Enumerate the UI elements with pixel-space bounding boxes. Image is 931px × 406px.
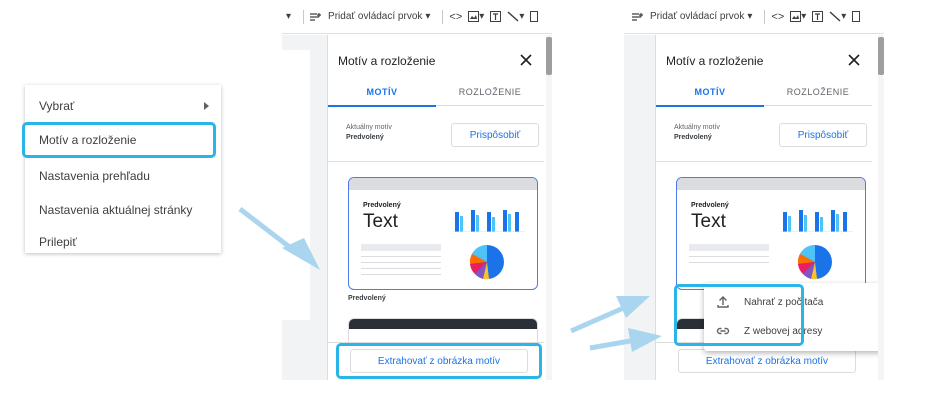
toolbar: ▾ Pridať ovládací prvok ▾ <> ▾ ▾ <box>282 0 552 34</box>
extract-theme-button[interactable]: Extrahovať z obrázka motív <box>350 349 528 373</box>
shape-rectangle-icon[interactable] <box>852 11 861 22</box>
sample-table-row <box>361 274 441 275</box>
image-icon[interactable]: ▾ <box>468 11 484 22</box>
theme-card-default[interactable]: Predvolený Text <box>676 177 866 290</box>
context-menu: Vybrať Motív a rozloženie Nastavenia pre… <box>25 85 221 253</box>
theme-card-default[interactable]: Predvolený Text <box>348 177 538 290</box>
customize-button[interactable]: Prispôsobiť <box>779 123 867 147</box>
divider <box>328 161 544 162</box>
panel-title: Motív a rozloženie <box>338 54 436 68</box>
chevron-down-icon[interactable]: ▾ <box>747 11 752 22</box>
current-theme-label: Aktuálny motív <box>346 124 392 131</box>
menu-item-label: Nastavenia prehľadu <box>39 169 150 183</box>
line-icon[interactable]: ▾ <box>829 11 846 22</box>
tab-layout[interactable]: ROZLOŽENIE <box>436 78 544 106</box>
chevron-down-icon[interactable]: ▾ <box>425 11 430 22</box>
theme-card-header <box>349 178 537 190</box>
add-control-button[interactable]: Pridať ovládací prvok <box>328 11 422 22</box>
add-control-button[interactable]: Pridať ovládací prvok <box>650 11 744 22</box>
scrollbar-track[interactable] <box>878 35 884 380</box>
sample-pie-chart-icon <box>469 245 504 280</box>
menu-item-label: Motív a rozloženie <box>39 133 137 147</box>
panel-title: Motív a rozloženie <box>666 54 764 68</box>
image-icon[interactable]: ▾ <box>790 11 806 22</box>
menu-item-page-settings[interactable]: Nastavenia aktuálnej stránky <box>25 195 221 225</box>
theme-sidebar: Motív a rozloženie MOTÍV ROZLOŽENIE Aktu… <box>327 35 547 380</box>
sample-table-row <box>689 256 769 257</box>
theme-card-sample-text: Text <box>363 211 398 232</box>
menu-item-paste[interactable]: Prilepiť <box>25 227 221 253</box>
sample-table-header <box>689 244 769 251</box>
tab-layout[interactable]: ROZLOŽENIE <box>764 78 872 106</box>
sample-pie-chart-icon <box>797 245 832 280</box>
menu-item-label: Prilepiť <box>39 235 77 249</box>
current-theme-value: Predvolený <box>674 134 712 141</box>
scrollbar-track[interactable] <box>546 35 552 380</box>
report-canvas[interactable] <box>282 50 310 320</box>
upload-icon <box>717 296 729 308</box>
bottom-action-bar: Extrahovať z obrázka motív <box>328 342 544 380</box>
theme-card-name: Predvolený <box>363 202 401 209</box>
sample-table-row <box>361 256 441 257</box>
text-box-icon[interactable] <box>490 11 502 22</box>
shape-rectangle-icon[interactable] <box>530 11 539 22</box>
current-theme-label: Aktuálny motív <box>674 124 720 131</box>
sample-table-row <box>689 262 769 263</box>
line-icon[interactable]: ▾ <box>507 11 524 22</box>
right-panel: Pridať ovládací prvok ▾ <> ▾ ▾ Motív a r… <box>624 0 884 380</box>
sample-bar-chart-icon <box>453 210 525 232</box>
theme-card-caption: Predvolený <box>348 295 386 302</box>
toolbar-divider <box>764 9 766 24</box>
arrow-2-shaft <box>569 303 630 334</box>
add-control-icon[interactable] <box>310 12 322 22</box>
menu-item-label: Vybrať <box>39 99 75 113</box>
theme-card-header <box>349 319 537 329</box>
customize-button[interactable]: Prispôsobiť <box>451 123 539 147</box>
toolbar-divider <box>442 9 444 24</box>
scrollbar-thumb[interactable] <box>546 37 552 75</box>
toolbar-divider <box>303 9 305 24</box>
submenu-arrow-icon <box>204 102 209 110</box>
sample-bar-chart-icon <box>781 210 853 232</box>
tab-bar: MOTÍV ROZLOŽENIE <box>328 78 544 107</box>
embed-code-icon[interactable]: <> <box>771 11 784 23</box>
dropdown-arrow-icon[interactable]: ▾ <box>286 11 291 22</box>
current-theme-value: Predvolený <box>346 134 384 141</box>
middle-panel: ▾ Pridať ovládací prvok ▾ <> ▾ ▾ Motív a… <box>282 0 552 380</box>
upload-from-computer-option[interactable]: Nahrať z počítača <box>704 288 884 316</box>
extract-theme-button[interactable]: Extrahovať z obrázka motív <box>678 349 856 373</box>
upload-from-url-option[interactable]: Z webovej adresy <box>704 317 884 345</box>
menu-item-theme-layout[interactable]: Motív a rozloženie <box>25 125 221 155</box>
theme-card-sample-text: Text <box>691 211 726 232</box>
embed-code-icon[interactable]: <> <box>449 11 462 23</box>
tab-bar: MOTÍV ROZLOŽENIE <box>656 78 872 107</box>
theme-sidebar: Motív a rozloženie MOTÍV ROZLOŽENIE Aktu… <box>655 35 884 380</box>
upload-dropdown: Nahrať z počítača Z webovej adresy <box>704 283 884 351</box>
tab-theme[interactable]: MOTÍV <box>328 78 436 107</box>
divider <box>656 161 872 162</box>
toolbar: Pridať ovládací prvok ▾ <> ▾ ▾ <box>624 0 884 34</box>
menu-item-label: Nastavenia aktuálnej stránky <box>39 203 193 217</box>
tab-theme[interactable]: MOTÍV <box>656 78 764 107</box>
sample-table-row <box>361 262 441 263</box>
menu-item-report-settings[interactable]: Nastavenia prehľadu <box>25 161 221 191</box>
sample-table-header <box>361 244 441 251</box>
upload-item-label: Nahrať z počítača <box>744 296 824 308</box>
add-control-icon[interactable] <box>632 12 644 22</box>
menu-item-select[interactable]: Vybrať <box>25 91 221 121</box>
scrollbar-thumb[interactable] <box>878 37 884 75</box>
text-box-icon[interactable] <box>812 11 824 22</box>
theme-card-header <box>677 178 865 190</box>
theme-card-name: Predvolený <box>691 202 729 209</box>
close-icon[interactable] <box>519 53 533 67</box>
close-icon[interactable] <box>847 53 861 67</box>
upload-item-label: Z webovej adresy <box>744 325 823 337</box>
sample-table-row <box>361 268 441 269</box>
link-icon <box>716 327 730 335</box>
